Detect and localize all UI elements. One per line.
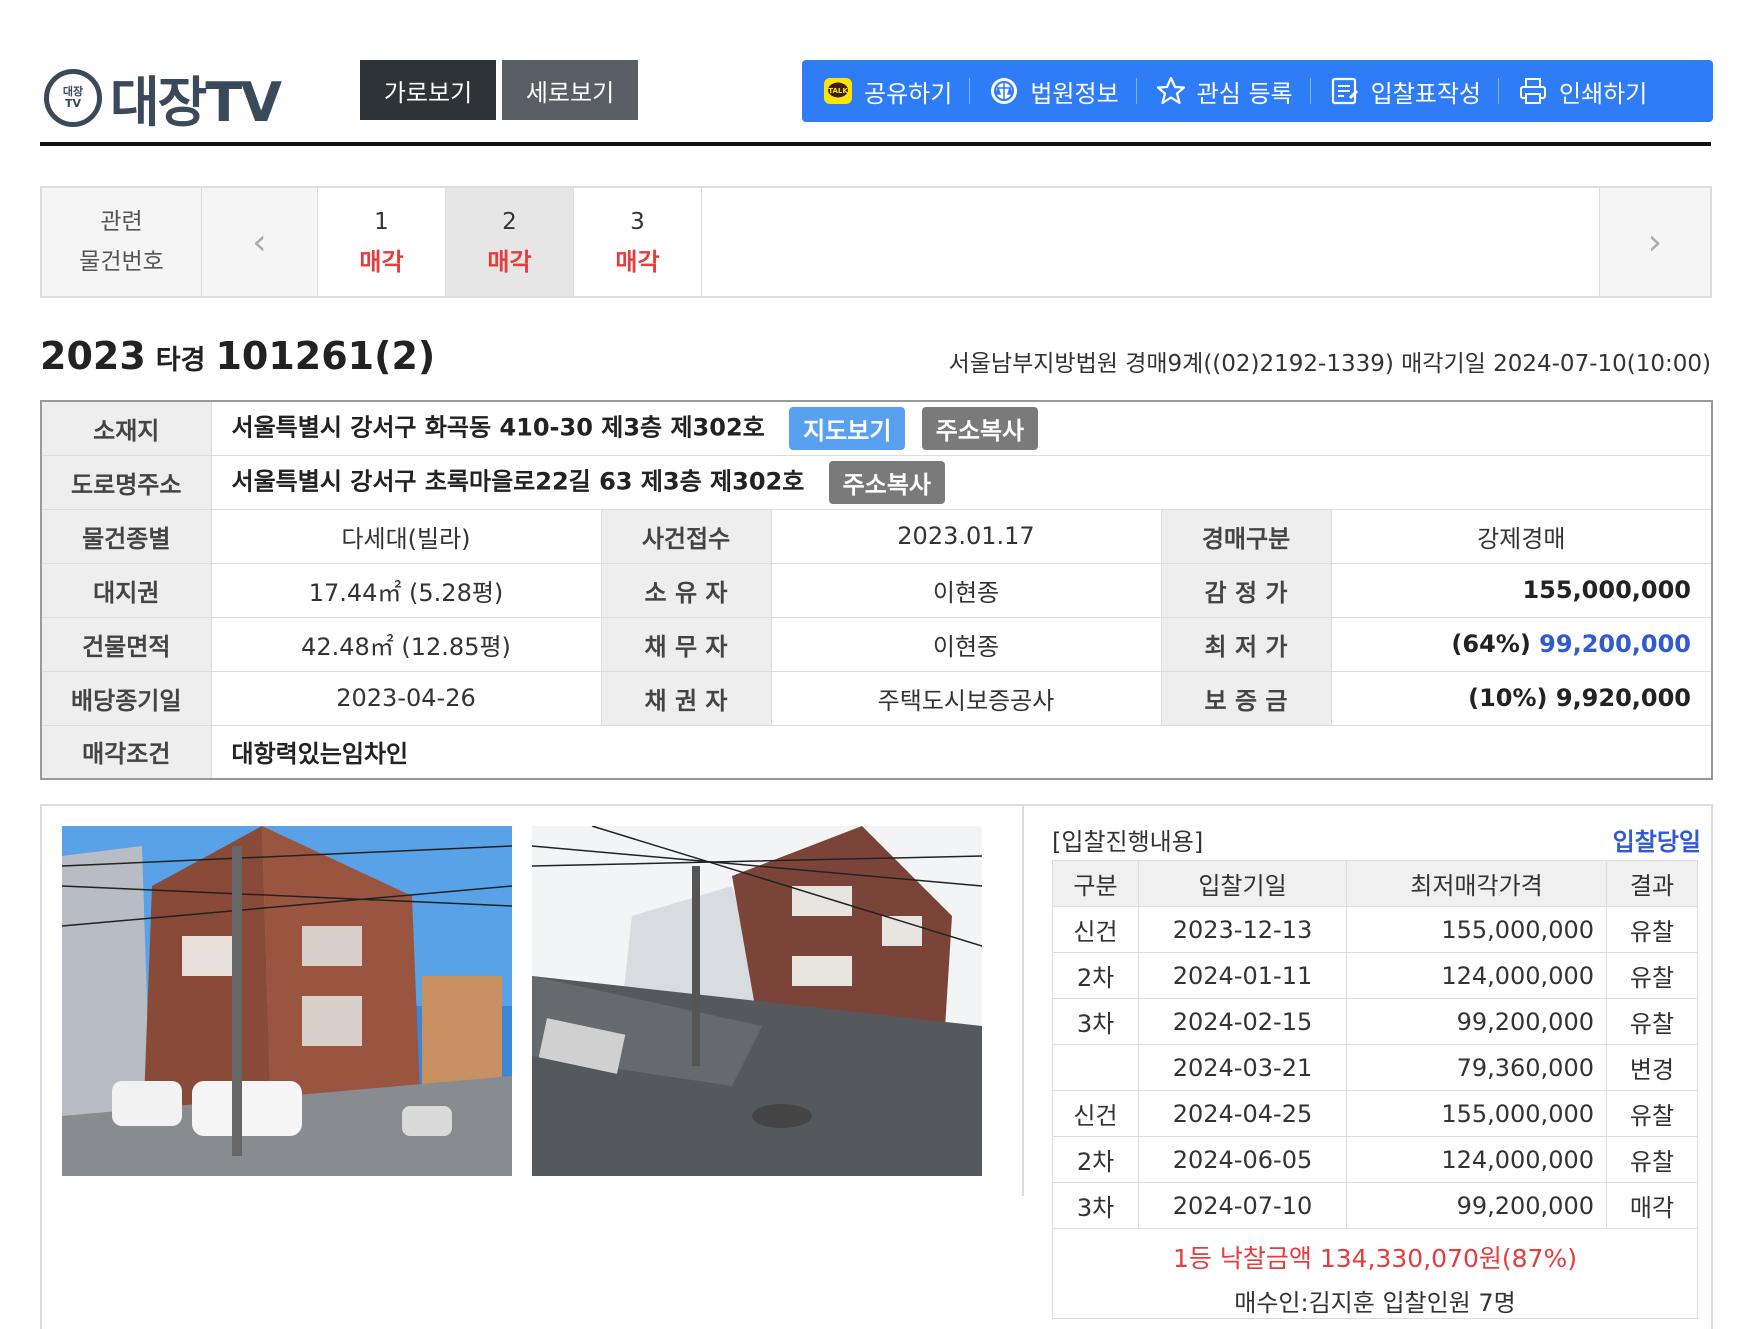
debtor-label: 채 무 자 — [600, 616, 772, 672]
copy-road-address-button[interactable]: 주소복사 — [828, 460, 945, 504]
favorite-button[interactable]: 관심 등록 — [1155, 74, 1311, 108]
print-button[interactable]: 인쇄하기 — [1517, 74, 1665, 108]
land-right-value: 17.44㎡ (5.28평) — [210, 562, 602, 618]
location-address: 서울특별시 강서구 화곡동 410-30 제3층 제302호 — [231, 413, 765, 442]
creditor-label: 채 권 자 — [600, 670, 772, 726]
property-photo-1[interactable] — [62, 826, 512, 1176]
min-price-cell: (64%) 99,200,000 — [1330, 616, 1713, 672]
auction-type-value: 강제경매 — [1330, 508, 1713, 564]
property-photo-2[interactable] — [532, 826, 982, 1176]
star-icon — [1155, 76, 1187, 106]
property-type-value: 다세대(빌라) — [210, 508, 602, 564]
bid-col-date: 입찰기일 — [1138, 860, 1347, 907]
table-row: 2차 2024-06-05 124,000,000 유찰 — [1052, 1136, 1698, 1183]
min-price-percent: (64%) — [1451, 630, 1531, 658]
property-type-label: 물건종별 — [40, 508, 212, 564]
site-logo[interactable]: 대장 TV 대장TV — [44, 58, 282, 137]
printer-icon — [1517, 76, 1549, 106]
case-number: 2023 타경 101261(2) — [40, 334, 436, 378]
property-info-table: 소재지 서울특별시 강서구 화곡동 410-30 제3층 제302호 지도보기 … — [40, 400, 1713, 780]
copy-address-button[interactable]: 주소복사 — [921, 406, 1039, 450]
winning-bid-amount: 1등 낙찰금액 134,330,070원(87%) — [1173, 1244, 1577, 1273]
building-area-label: 건물면적 — [40, 616, 212, 672]
bid-progress-title: [입찰진행내용] — [1052, 828, 1204, 856]
next-arrow-icon[interactable]: › — [1600, 188, 1710, 296]
related-item-status: 매각 — [615, 248, 660, 276]
case-received-label: 사건접수 — [600, 508, 772, 564]
owner-label: 소 유 자 — [600, 562, 772, 618]
vertical-view-button[interactable]: 세로보기 — [502, 60, 638, 120]
sale-condition-value: 대항력있는임차인 — [210, 724, 1713, 780]
favorite-label: 관심 등록 — [1196, 79, 1293, 108]
bid-form-button[interactable]: 입찰표작성 — [1329, 74, 1500, 108]
creditor-value: 주택도시보증공사 — [770, 670, 1162, 726]
bid-day-link[interactable]: 입찰당일 — [1613, 822, 1701, 857]
appraisal-value: 155,000,000 — [1330, 562, 1713, 618]
bid-history-table: 구분 입찰기일 최저매각가격 결과 신건 2023-12-13 155,000,… — [1052, 860, 1698, 1229]
sale-condition-label: 매각조건 — [40, 724, 212, 780]
svg-text:TALK: TALK — [828, 87, 848, 95]
auction-type-label: 경매구분 — [1160, 508, 1332, 564]
bid-col-price: 최저매각가격 — [1346, 860, 1607, 907]
logo-mark-icon: 대장 TV — [44, 68, 102, 127]
detail-section: [입찰진행내용] 입찰당일 구분 입찰기일 최저매각가격 결과 신건 2023-… — [40, 804, 1713, 1329]
bid-col-round: 구분 — [1052, 860, 1139, 907]
deposit-value: (10%) 9,920,000 — [1330, 670, 1713, 726]
court-info-label: 법원정보 — [1030, 79, 1119, 108]
appraisal-label: 감 정 가 — [1160, 562, 1332, 618]
road-address-label: 도로명주소 — [40, 454, 212, 510]
map-view-button[interactable]: 지도보기 — [789, 406, 906, 450]
related-empty-area — [702, 188, 1600, 296]
land-right-label: 대지권 — [40, 562, 212, 618]
road-address-cell: 서울특별시 강서구 초록마을로22길 63 제3층 제302호 주소복사 — [210, 454, 1713, 510]
winning-bid-summary: 1등 낙찰금액 134,330,070원(87%) 매수인:김지훈 입찰인원 7… — [1052, 1229, 1698, 1319]
road-address: 서울특별시 강서구 초록마을로22길 63 제3층 제302호 — [231, 467, 805, 495]
court-schedule-info: 서울남부지방법원 경매9계((02)2192-1339) 매각기일 2024-0… — [948, 351, 1711, 377]
table-row: 3차 2024-02-15 99,200,000 유찰 — [1052, 998, 1698, 1045]
horizontal-view-button[interactable]: 가로보기 — [360, 60, 496, 120]
court-info-button[interactable]: 법원정보 — [988, 74, 1137, 108]
kakao-talk-icon: TALK — [822, 76, 854, 106]
dividend-deadline-label: 배당종기일 — [40, 670, 212, 726]
min-price-value: 99,200,000 — [1539, 630, 1691, 658]
min-price-label: 최 저 가 — [1160, 616, 1332, 672]
buyer-info: 매수인:김지훈 입찰인원 7명 — [1234, 1289, 1516, 1317]
bid-form-label: 입찰표작성 — [1370, 79, 1482, 108]
table-row: 신건 2023-12-13 155,000,000 유찰 — [1052, 906, 1698, 953]
table-row: 2024-03-21 79,360,000 변경 — [1052, 1044, 1698, 1091]
table-row: 신건 2024-04-25 155,000,000 유찰 — [1052, 1090, 1698, 1137]
section-divider — [1022, 806, 1024, 1196]
location-cell: 서울특별시 강서구 화곡동 410-30 제3층 제302호 지도보기 주소복사 — [210, 400, 1713, 456]
related-label: 관련 물건번호 — [42, 188, 202, 296]
deposit-label: 보 증 금 — [1160, 670, 1332, 726]
bid-col-result: 결과 — [1606, 860, 1698, 907]
related-item-1[interactable]: 1 매각 — [318, 188, 446, 296]
related-items-nav: 관련 물건번호 ‹ 1 매각 2 매각 3 매각 › — [40, 186, 1712, 298]
owner-value: 이현종 — [770, 562, 1162, 618]
case-received-value: 2023.01.17 — [770, 508, 1162, 564]
court-icon — [988, 76, 1020, 106]
share-button[interactable]: TALK 공유하기 — [822, 74, 971, 108]
form-icon — [1329, 76, 1361, 106]
print-label: 인쇄하기 — [1559, 79, 1648, 108]
related-item-status: 매각 — [487, 248, 532, 276]
related-item-status: 매각 — [359, 248, 404, 276]
debtor-value: 이현종 — [770, 616, 1162, 672]
action-toolbar: TALK 공유하기 법원정보 관심 등록 입찰표작성 인쇄하기 — [802, 60, 1713, 122]
header: 대장 TV 대장TV 가로보기 세로보기 TALK 공유하기 법원정보 관심 등록 — [40, 48, 1713, 146]
location-label: 소재지 — [40, 400, 212, 456]
prev-arrow-icon[interactable]: ‹ — [202, 188, 318, 296]
table-row: 3차 2024-07-10 99,200,000 매각 — [1052, 1182, 1698, 1229]
related-item-3[interactable]: 3 매각 — [574, 188, 702, 296]
share-label: 공유하기 — [864, 79, 953, 108]
building-area-value: 42.48㎡ (12.85평) — [210, 616, 602, 672]
related-item-2[interactable]: 2 매각 — [446, 188, 574, 296]
logo-text: 대장TV — [110, 71, 282, 134]
dividend-deadline-value: 2023-04-26 — [210, 670, 602, 726]
table-row: 2차 2024-01-11 124,000,000 유찰 — [1052, 952, 1698, 999]
